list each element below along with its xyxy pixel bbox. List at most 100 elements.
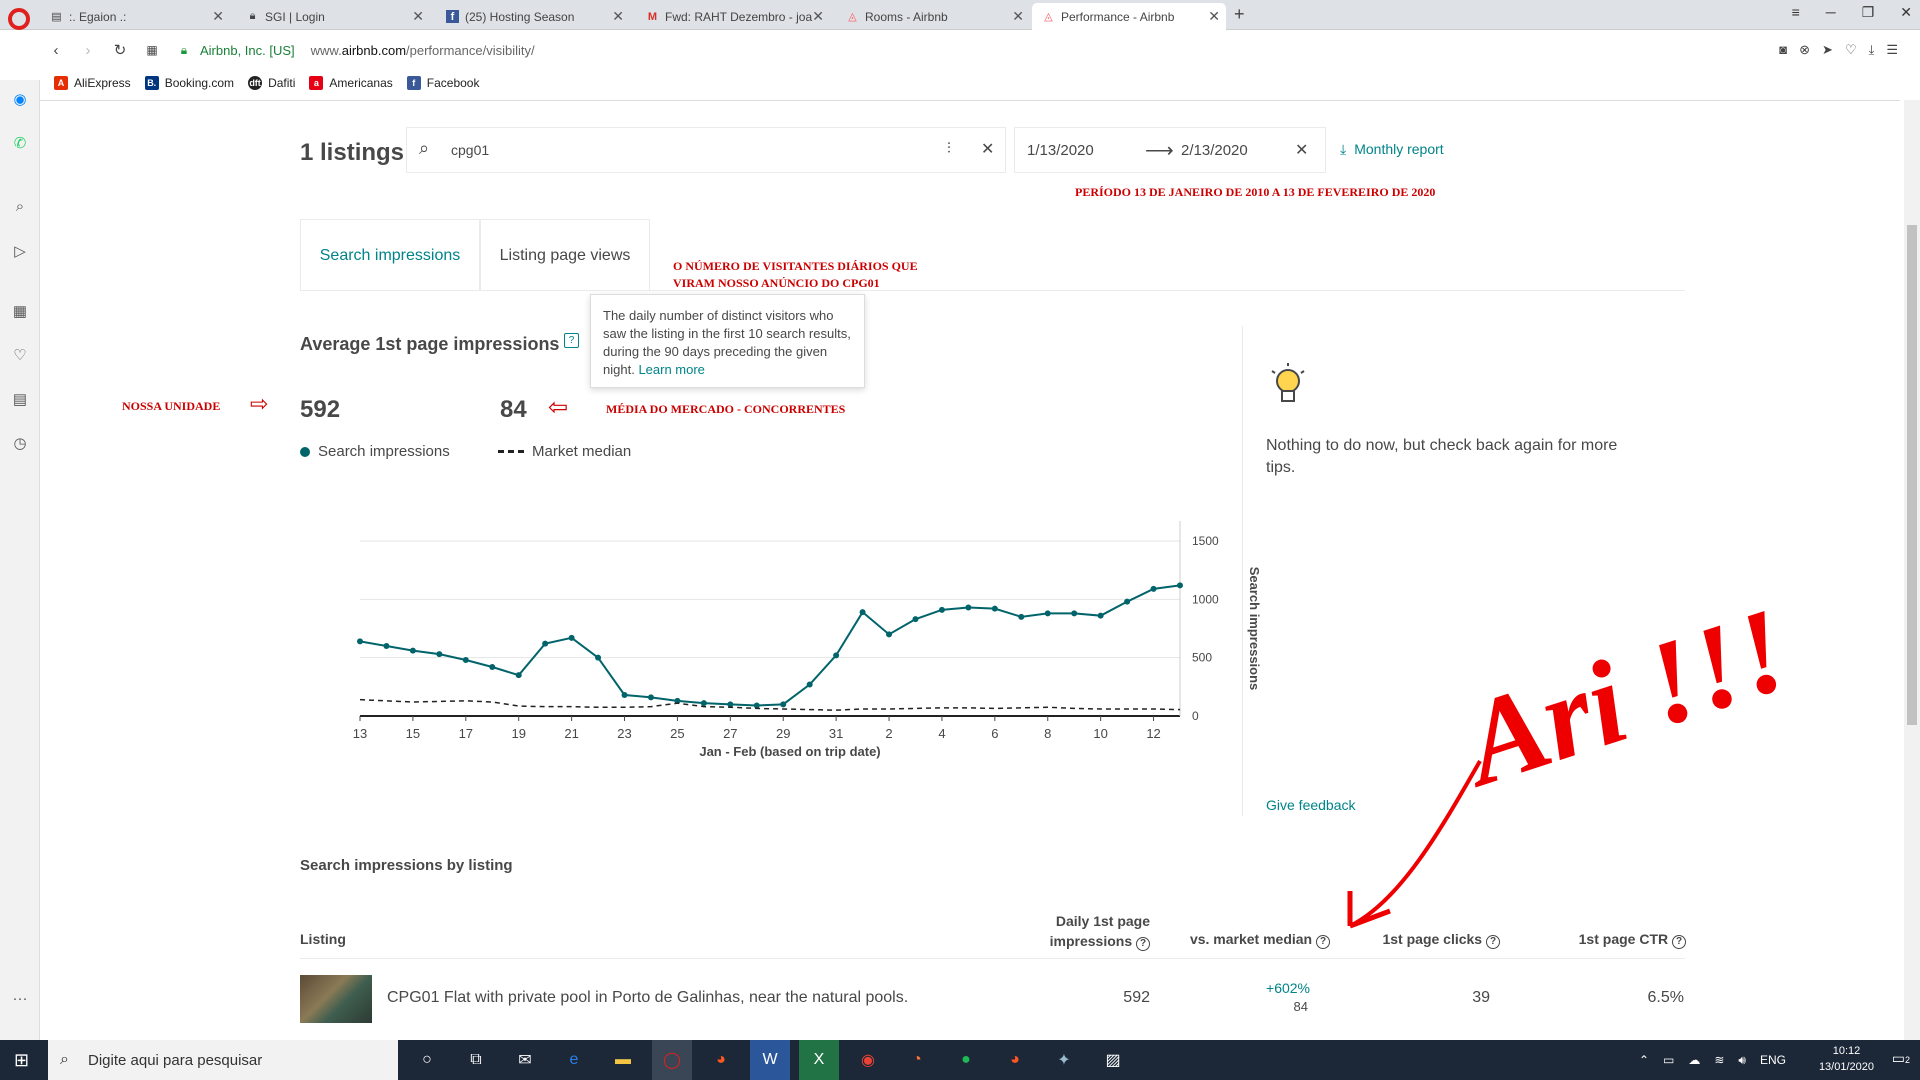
clear-date-icon[interactable]: ✕ — [1295, 140, 1308, 160]
news-icon[interactable]: ▤ — [10, 390, 30, 410]
y-tick-label: 500 — [1192, 651, 1212, 665]
windows-start-icon[interactable]: ⊞ — [14, 1050, 29, 1071]
chrome-icon[interactable]: ◉ — [848, 1040, 888, 1080]
volume-icon[interactable]: 🔊︎ — [1738, 1053, 1746, 1068]
page-scrollbar[interactable] — [1904, 100, 1920, 1040]
task-view-icon[interactable]: ⧉ — [456, 1040, 496, 1080]
browser-tab[interactable]: 🔒︎ SGI | Login ✕ — [236, 3, 430, 30]
listing-thumbnail[interactable] — [300, 975, 372, 1023]
speed-dial-icon[interactable]: ▦ — [10, 302, 30, 322]
minimize-icon[interactable]: ─ — [1826, 4, 1836, 21]
reload-icon[interactable]: ↻ — [110, 41, 130, 59]
back-icon[interactable]: ‹ — [46, 42, 66, 59]
photos-icon[interactable]: ▨ — [1093, 1040, 1133, 1080]
data-point — [383, 643, 390, 649]
url-prefix[interactable]: www. — [311, 43, 342, 58]
app-icon[interactable]: ◕ — [701, 1040, 741, 1080]
close-icon[interactable]: ✕ — [412, 8, 424, 25]
battery-icon[interactable]: ▭ — [1663, 1053, 1674, 1067]
excel-icon[interactable]: X — [799, 1040, 839, 1080]
listing-name[interactable]: CPG01 Flat with private pool in Porto de… — [387, 989, 908, 1007]
close-window-icon[interactable]: ✕ — [1900, 4, 1912, 21]
download-icon[interactable]: ⤓ — [1869, 42, 1875, 58]
onedrive-icon[interactable]: ☁ — [1688, 1053, 1700, 1067]
filter-icon[interactable]: ⫶ — [947, 140, 951, 157]
bookmark-dafiti[interactable]: dft Dafiti — [248, 76, 295, 90]
opera-logo[interactable] — [8, 8, 30, 30]
close-icon[interactable]: ✕ — [212, 8, 224, 25]
bookmark-aliexpress[interactable]: A AliExpress — [54, 76, 131, 90]
browser-tab-active[interactable]: ◬ Performance - Airbnb ✕ — [1032, 3, 1226, 30]
help-icon[interactable]: ? — [564, 333, 579, 348]
end-date[interactable]: 2/13/2020 — [1181, 142, 1248, 159]
app-icon[interactable]: ✦ — [1044, 1040, 1084, 1080]
col-header-ctr[interactable]: 1st page CTR ? — [1520, 931, 1686, 949]
browser-tab[interactable]: ◬ Rooms - Airbnb ✕ — [836, 3, 1030, 30]
col-header-clicks[interactable]: 1st page clicks ? — [1340, 931, 1500, 949]
new-tab-button[interactable]: + — [1234, 4, 1245, 25]
more-icon[interactable]: ··· — [10, 990, 30, 1010]
arrow-right-annotation-icon: ⇨ — [250, 391, 269, 416]
search-input[interactable]: cpg01 — [451, 142, 489, 158]
tab-listing-page-views[interactable]: Listing page views — [480, 219, 650, 291]
search-icon[interactable]: ⌕ — [10, 198, 30, 218]
cortana-icon[interactable]: ○ — [407, 1040, 447, 1080]
browser-tab[interactable]: M Fwd: RAHT Dezembro - joa ✕ — [636, 3, 830, 30]
close-icon[interactable]: ✕ — [812, 8, 824, 25]
restore-icon[interactable]: ❐ — [1862, 4, 1875, 21]
whatsapp-icon[interactable]: ✆ — [10, 134, 30, 154]
x-tick-label: 29 — [776, 726, 790, 741]
vs-market-pct: +602% — [1266, 980, 1310, 996]
forward-icon[interactable]: › — [78, 42, 98, 59]
col-header-vs-market[interactable]: vs. market median ? — [1140, 931, 1330, 949]
url-path[interactable]: /performance/visibility/ — [406, 43, 535, 58]
word-icon[interactable]: W — [750, 1040, 790, 1080]
send-icon[interactable]: ➤ — [1822, 42, 1833, 58]
wifi-icon[interactable]: ≋ — [1714, 1053, 1724, 1067]
help-icon[interactable]: ? — [1316, 935, 1330, 949]
tab-search-impressions[interactable]: Search impressions — [300, 219, 480, 291]
search-box[interactable]: ⌕ cpg01 ⫶ ✕ — [406, 127, 1006, 173]
spotify-icon[interactable]: ● — [946, 1040, 986, 1080]
taskbar-clock[interactable]: 10:12 13/01/2020 — [1819, 1043, 1874, 1075]
monthly-report-link[interactable]: ⤓ Monthly report — [1340, 141, 1444, 158]
scrollbar-thumb[interactable] — [1907, 225, 1917, 725]
chevron-up-icon[interactable]: ⌃ — [1639, 1053, 1649, 1067]
history-clock-icon[interactable]: ◷ — [10, 434, 30, 454]
close-icon[interactable]: ✕ — [1208, 8, 1220, 25]
file-explorer-icon[interactable]: ▬ — [603, 1040, 643, 1080]
close-icon[interactable]: ✕ — [612, 8, 624, 25]
app-icon[interactable]: ◕ — [995, 1040, 1035, 1080]
browser-tab[interactable]: ▤ :. Egaion .: ✕ — [40, 3, 230, 30]
easy-setup-icon[interactable]: ☰ — [1886, 42, 1898, 58]
close-icon[interactable]: ✕ — [1012, 8, 1024, 25]
firefox-icon[interactable]: ◔ — [897, 1040, 937, 1080]
bookmark-americanas[interactable]: a Americanas — [309, 76, 393, 90]
table-row[interactable]: CPG01 Flat with private pool in Porto de… — [300, 971, 1685, 1023]
help-icon[interactable]: ? — [1672, 935, 1686, 949]
bookmarks-heart-icon[interactable]: ♡ — [10, 346, 30, 366]
messenger-icon[interactable]: ◉ — [10, 90, 30, 110]
clear-search-icon[interactable]: ✕ — [981, 139, 994, 159]
mail-icon[interactable]: ✉ — [505, 1040, 545, 1080]
camera-icon[interactable]: ◙ — [1779, 42, 1787, 58]
heart-icon[interactable]: ♡ — [1845, 42, 1857, 58]
help-icon[interactable]: ? — [1486, 935, 1500, 949]
learn-more-link[interactable]: Learn more — [638, 362, 704, 377]
send-icon[interactable]: ▷ — [10, 242, 30, 262]
date-range-picker[interactable]: 1/13/2020 ⟶ 2/13/2020 ✕ — [1014, 127, 1326, 173]
bookmark-booking[interactable]: B. Booking.com — [144, 76, 234, 90]
start-date[interactable]: 1/13/2020 — [1027, 142, 1094, 159]
opera-taskbar-icon[interactable]: ◯ — [652, 1040, 692, 1080]
browser-tab[interactable]: f (25) Hosting Season ✕ — [436, 3, 630, 30]
bookmark-facebook[interactable]: f Facebook — [406, 76, 479, 90]
notification-icon[interactable]: ▭2 — [1892, 1050, 1910, 1067]
tab-menu-icon[interactable]: ≡ — [1792, 4, 1800, 21]
speed-dial-icon[interactable]: ▦ — [142, 43, 162, 57]
adblock-icon[interactable]: ⊗ — [1799, 42, 1810, 58]
taskbar-search[interactable]: ⌕ Digite aqui para pesquisar — [48, 1040, 398, 1080]
language-indicator[interactable]: ENG — [1760, 1053, 1786, 1067]
col-header-daily[interactable]: Daily 1st page impressions ? — [1000, 911, 1150, 951]
edge-icon[interactable]: e — [554, 1040, 594, 1080]
url-domain[interactable]: airbnb.com — [342, 43, 406, 58]
